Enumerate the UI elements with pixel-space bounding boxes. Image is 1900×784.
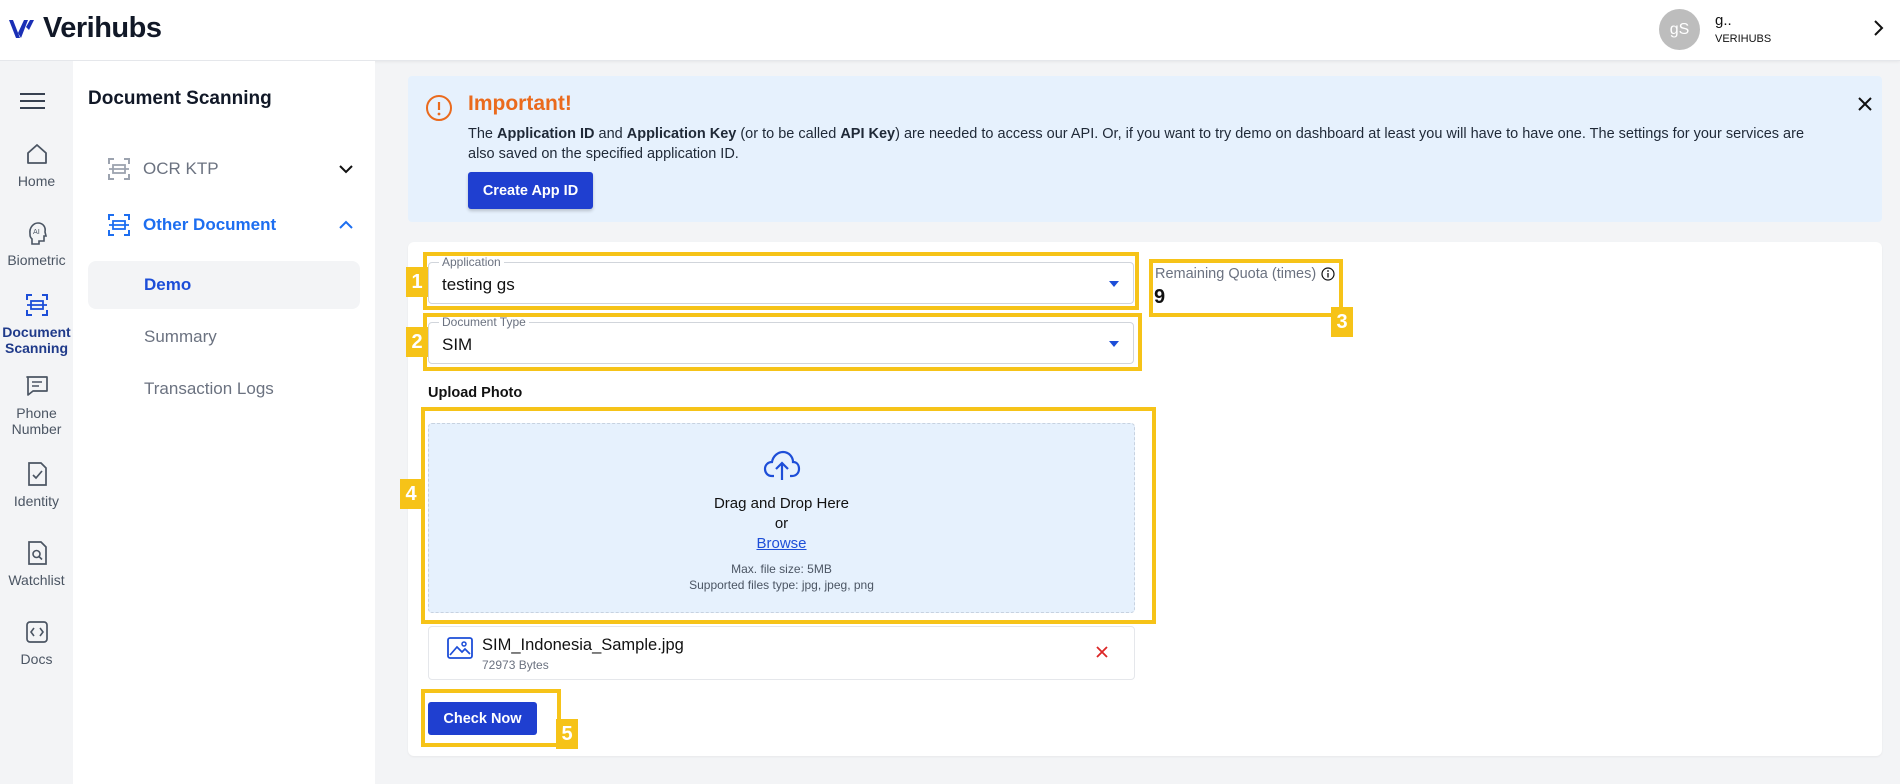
- icon-rail: Home AI Biometric Document Scanning Phon…: [0, 61, 73, 784]
- annotation-badge-3: 3: [1331, 307, 1353, 337]
- svg-text:AI: AI: [33, 228, 40, 236]
- annotation-box-5: [421, 689, 561, 747]
- chevron-up-icon[interactable]: [336, 215, 356, 235]
- annotation-box-2: [423, 313, 1142, 371]
- annotation-badge-5: 5: [556, 719, 578, 749]
- rail-item-home[interactable]: Home: [0, 141, 73, 189]
- sidebar-item-summary[interactable]: Summary: [88, 313, 360, 361]
- chat-icon: [25, 376, 48, 396]
- rail-item-phone-number[interactable]: Phone Number: [0, 373, 73, 437]
- uploaded-file-item: SIM_Indonesia_Sample.jpg 72973 Bytes: [428, 626, 1135, 680]
- verihubs-logo-icon: [9, 19, 34, 38]
- ai-face-icon: AI: [28, 222, 47, 245]
- annotation-box-4: [421, 407, 1156, 624]
- rail-label-document-scanning: Document Scanning: [2, 324, 71, 356]
- home-icon: [26, 144, 47, 164]
- user-organization: VERIHUBS: [1715, 32, 1772, 45]
- rail-item-document-scanning[interactable]: Document Scanning: [0, 292, 73, 356]
- sidebar-group-ocr-ktp[interactable]: OCR KTP: [106, 149, 356, 189]
- image-file-icon: [447, 637, 473, 659]
- chevron-right-icon[interactable]: [1868, 18, 1888, 38]
- user-name: g..: [1715, 11, 1732, 29]
- annotation-badge-2: 2: [406, 327, 428, 357]
- rail-label-identity: Identity: [13, 493, 60, 509]
- annotation-badge-4: 4: [400, 479, 422, 509]
- sidebar-group-other-document[interactable]: Other Document: [106, 205, 356, 245]
- brand-logo[interactable]: Verihubs: [8, 12, 162, 45]
- chevron-down-icon[interactable]: [336, 159, 356, 179]
- sidebar-title: Document Scanning: [88, 88, 272, 109]
- rail-label-phone-number: Phone Number: [11, 405, 62, 437]
- scan-icon: [108, 158, 130, 180]
- alert-body: The Application ID and Application Key (…: [468, 126, 1805, 162]
- upload-photo-title: Upload Photo: [428, 385, 523, 401]
- annotation-box-3: [1149, 259, 1343, 317]
- rail-item-biometric[interactable]: AI Biometric: [0, 220, 73, 268]
- code-icon: [25, 621, 48, 643]
- sidebar-item-transaction-logs[interactable]: Transaction Logs: [88, 365, 360, 413]
- alert-title: Important!: [468, 92, 572, 115]
- remove-file-icon[interactable]: [1095, 645, 1109, 659]
- scan-icon: [108, 214, 130, 236]
- secondary-sidebar: Document Scanning OCR KTP Other Document…: [73, 61, 375, 784]
- file-name: SIM_Indonesia_Sample.jpg: [482, 636, 684, 654]
- sidebar-item-demo[interactable]: Demo: [88, 261, 360, 309]
- rail-label-home: Home: [17, 173, 56, 189]
- hamburger-menu-icon[interactable]: [20, 91, 45, 111]
- document-check-icon: [27, 462, 47, 486]
- rail-item-watchlist[interactable]: Watchlist: [0, 540, 73, 588]
- rail-label-docs: Docs: [20, 651, 53, 667]
- annotation-badge-1: 1: [406, 267, 428, 297]
- sidebar-group-label: OCR KTP: [143, 159, 219, 178]
- file-size: 72973 Bytes: [482, 658, 549, 672]
- sidebar-group-label: Other Document: [143, 215, 277, 234]
- create-app-id-button[interactable]: Create App ID: [468, 172, 593, 209]
- scan-icon: [25, 294, 48, 316]
- important-alert: Important! The Application ID and Applic…: [408, 76, 1882, 222]
- rail-item-identity[interactable]: Identity: [0, 461, 73, 509]
- rail-label-watchlist: Watchlist: [8, 572, 65, 588]
- info-icon: [426, 95, 452, 121]
- rail-item-docs[interactable]: Docs: [0, 619, 73, 667]
- annotation-box-1: [423, 252, 1139, 310]
- top-bar: Verihubs gS g.. VERIHUBS: [0, 0, 1900, 61]
- close-icon[interactable]: [1855, 94, 1875, 114]
- user-menu[interactable]: gS g.. VERIHUBS: [1659, 9, 1771, 50]
- rail-label-biometric: Biometric: [7, 252, 66, 268]
- brand-name: Verihubs: [43, 12, 162, 44]
- document-search-icon: [27, 541, 47, 565]
- avatar[interactable]: gS: [1659, 9, 1700, 50]
